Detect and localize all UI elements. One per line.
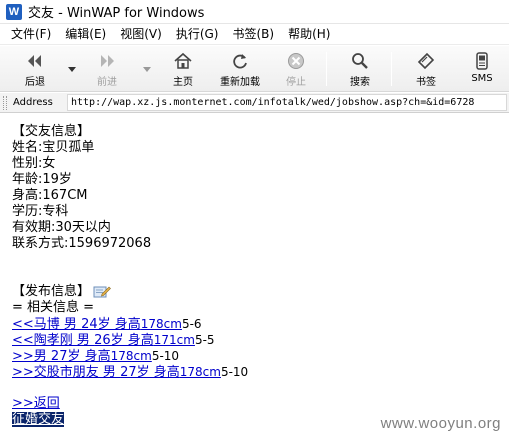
bookmarks-label: 书签 [416, 77, 436, 88]
related-link-name: <<陶孝刚 男 [12, 333, 95, 348]
home-icon [174, 52, 192, 69]
field-name: 姓名:宝贝孤单 [12, 140, 95, 155]
search-icon [352, 53, 368, 69]
search-button[interactable]: 搜索 [343, 49, 377, 89]
page-content: 【交友信息】 姓名:宝贝孤单 性别:女 年龄:19岁 身高:167CM 学历:专… [0, 114, 509, 438]
related-link-suffix: 5-10 [151, 349, 180, 363]
field-contact: 联系方式:1596972068 [12, 236, 152, 251]
publish-info-label: 【发布信息】 [12, 284, 91, 299]
watermark: www.wooyun.org [380, 415, 501, 432]
related-link[interactable]: >>男 27岁 身高178cm [12, 349, 152, 364]
chevron-down-icon [143, 66, 151, 72]
title-bar: W 交友 - WinWAP for Windows [0, 0, 509, 24]
dating-link-selected[interactable]: 征婚交友 [12, 412, 65, 427]
related-link-age: 27岁 身高 [120, 365, 180, 380]
related-link-height: 171cm [153, 333, 195, 347]
related-item[interactable]: >>男 27岁 身高178cm5-10 [12, 348, 248, 364]
sms-label: SMS [471, 73, 493, 84]
field-education: 学历:专科 [12, 204, 69, 219]
menu-bar: 文件(F) 编辑(E) 视图(V) 执行(G) 书签(B) 帮助(H) [0, 24, 509, 45]
menu-view[interactable]: 视图(V) [113, 24, 169, 45]
address-input[interactable]: http://wap.xz.js.monternet.com/infotalk/… [67, 94, 507, 111]
related-link-name: <<马博 男 [12, 317, 82, 332]
related-header: = 相关信息 = [12, 300, 95, 315]
related-link-height: 178cm [110, 349, 152, 363]
toolbar-separator [326, 52, 327, 86]
selected-link-row: 征婚交友 [12, 412, 248, 428]
back-link[interactable]: >>返回 [12, 396, 60, 411]
address-label: Address [13, 97, 53, 108]
forward-icon [101, 55, 114, 67]
back-label: 后退 [25, 77, 45, 88]
reload-button[interactable]: 重新加载 [216, 49, 264, 89]
window-title: 交友 - WinWAP for Windows [28, 6, 205, 21]
sms-button[interactable]: SMS [467, 49, 497, 89]
field-validity: 有效期:30天以内 [12, 220, 111, 235]
related-item[interactable]: <<陶孝刚 男 26岁 身高171cm5-5 [12, 332, 248, 348]
bookmarks-button[interactable]: 书签 [409, 49, 443, 89]
back-link-row: >>返回 [12, 396, 248, 412]
stop-icon [288, 53, 304, 69]
search-label: 搜索 [350, 77, 370, 88]
home-button[interactable]: 主页 [166, 49, 200, 89]
menu-file[interactable]: 文件(F) [4, 24, 58, 45]
forward-history-dropdown[interactable] [142, 64, 152, 74]
related-link-height: 178cm [140, 317, 182, 331]
field-age: 年龄:19岁 [12, 172, 72, 187]
related-link[interactable]: <<陶孝刚 男 26岁 身高171cm [12, 333, 195, 348]
menu-edit[interactable]: 编辑(E) [58, 24, 113, 45]
related-link-name: >>交股市朋友 男 [12, 365, 121, 380]
bookmark-icon [417, 52, 435, 70]
menu-go[interactable]: 执行(G) [169, 24, 226, 45]
reload-label: 重新加载 [220, 77, 260, 88]
related-link-suffix: 5-6 [181, 317, 202, 331]
winwap-app-icon: W [6, 3, 22, 20]
sms-icon [476, 52, 488, 70]
stop-label: 停止 [286, 77, 306, 88]
forward-button[interactable]: 前进 [90, 49, 124, 89]
field-height: 身高:167CM [12, 188, 88, 203]
related-link-suffix: 5-5 [194, 333, 215, 347]
address-bar: Address http://wap.xz.js.monternet.com/i… [0, 93, 509, 113]
chevron-down-icon [68, 66, 76, 72]
related-link[interactable]: <<马博 男 24岁 身高178cm [12, 317, 182, 332]
toolbar-separator [391, 52, 392, 86]
home-label: 主页 [173, 77, 193, 88]
related-link-suffix: 5-10 [220, 365, 249, 379]
toolbar: 后退 前进 主页 重新加载 停止 搜索 书签 SMS [0, 46, 509, 92]
page-title: 【交友信息】 [12, 124, 91, 139]
menu-help[interactable]: 帮助(H) [281, 24, 337, 45]
reload-icon [233, 54, 247, 69]
stop-button[interactable]: 停止 [281, 49, 311, 89]
related-link-name: >>男 [12, 349, 51, 364]
related-link-age: 24岁 身高 [81, 317, 141, 332]
menu-bookmarks[interactable]: 书签(B) [225, 24, 281, 45]
back-icon [28, 55, 41, 67]
back-button[interactable]: 后退 [18, 49, 52, 89]
publish-info-row: 【发布信息】 [12, 284, 248, 300]
field-gender: 性别:女 [12, 156, 56, 171]
address-bar-grip[interactable] [3, 95, 7, 110]
edit-note-icon[interactable] [93, 285, 111, 298]
related-item[interactable]: >>交股市朋友 男 27岁 身高178cm5-10 [12, 364, 248, 380]
forward-label: 前进 [97, 77, 117, 88]
related-link-height: 178cm [179, 365, 221, 379]
back-history-dropdown[interactable] [67, 64, 77, 74]
related-item[interactable]: <<马博 男 24岁 身高178cm5-6 [12, 316, 248, 332]
related-link[interactable]: >>交股市朋友 男 27岁 身高178cm [12, 365, 221, 380]
wml-card: 【交友信息】 姓名:宝贝孤单 性别:女 年龄:19岁 身高:167CM 学历:专… [12, 124, 248, 428]
related-link-age: 27岁 身高 [50, 349, 111, 364]
related-link-age: 26岁 身高 [94, 333, 154, 348]
